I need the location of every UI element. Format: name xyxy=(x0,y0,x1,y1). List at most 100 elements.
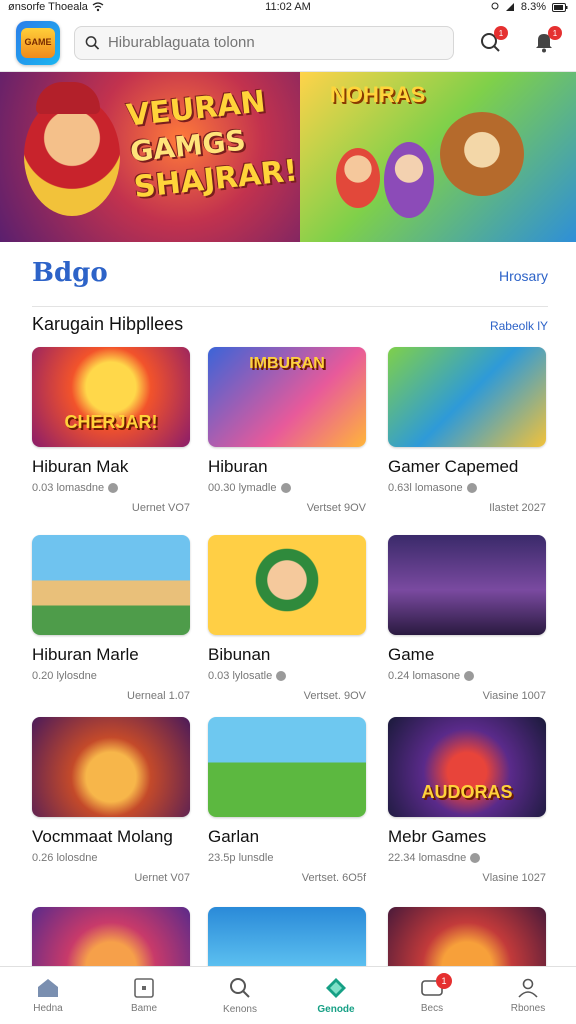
game-meta: 0.63l lomasone xyxy=(388,482,546,494)
game-thumbnail[interactable]: IMBURAN xyxy=(208,347,366,447)
notification-button[interactable]: 1 xyxy=(476,26,508,56)
nav-label: Rbones xyxy=(510,1003,546,1014)
hero-right-panel: NOHRAS xyxy=(300,72,576,242)
hero-title-right: NOHRAS xyxy=(330,82,426,107)
game-name: Vocmmaat Molang xyxy=(32,827,173,846)
game-card[interactable]: CHERJAR! Hiburan Mak 0.03 lomasdne Uerne… xyxy=(32,347,190,514)
cartoon-boy-image xyxy=(24,96,120,216)
verified-icon xyxy=(470,853,481,863)
nav-item-home[interactable]: Hedna xyxy=(0,967,96,1024)
game-meta: 0.03 lylosatle xyxy=(208,670,366,682)
game-card[interactable]: IMBURAN Hiburan 00.30 lymadle Vertset 9O… xyxy=(208,347,366,514)
hero-banner[interactable]: VEURAN GAMGS SHAJRAR! NOHRAS xyxy=(0,72,576,242)
game-meta: 0.03 lomasdne xyxy=(32,482,190,494)
nav-item-books[interactable]: 1 Becs xyxy=(384,967,480,1024)
nav-item-games[interactable]: Bame xyxy=(96,967,192,1024)
user-icon xyxy=(518,978,538,998)
game-thumbnail[interactable] xyxy=(388,347,546,447)
game-name: Hiburan Mak xyxy=(32,457,129,476)
game-card[interactable]: Vocmmaat Molang 0.26 lolosdne Uernet V07 xyxy=(32,717,190,884)
game-name: Garlan xyxy=(208,827,260,846)
game-meta: 0.26 lolosdne xyxy=(32,852,190,864)
game-card[interactable]: Game 0.24 lomasone Viasine 1007 xyxy=(388,535,546,702)
game-meta: 00.30 lymadle xyxy=(208,482,366,494)
search-bar[interactable] xyxy=(74,25,454,60)
status-right: 8.3% xyxy=(491,1,568,13)
thumbnail-title: CHERJAR! xyxy=(64,412,158,432)
game-version: Vertset. 9OV xyxy=(303,690,366,702)
divider xyxy=(32,306,548,307)
game-meta-text: 0.03 lylosatle xyxy=(208,670,273,682)
purple-character-image xyxy=(384,142,434,218)
game-thumbnail[interactable] xyxy=(208,717,366,817)
game-name: Hiburan Marle xyxy=(32,645,139,664)
carrier-text: ønsorfe Thoeala xyxy=(8,1,88,13)
search-icon xyxy=(230,978,250,998)
game-meta: 0.20 lylosdne xyxy=(32,670,190,682)
nav-item-search[interactable]: Kenons xyxy=(192,967,288,1024)
clock: 11:02 AM xyxy=(265,1,311,13)
nav-item-genre[interactable]: Genode xyxy=(288,967,384,1024)
diamond-icon xyxy=(326,978,346,998)
nav-item-profile[interactable]: Rbones xyxy=(480,967,576,1024)
verified-icon xyxy=(466,483,477,493)
alerts-button[interactable]: 1 xyxy=(530,26,562,56)
game-thumbnail[interactable] xyxy=(32,535,190,635)
game-thumbnail[interactable]: CHERJAR! xyxy=(32,347,190,447)
game-meta: 0.24 lomasone xyxy=(388,670,546,682)
game-card[interactable]: AUDORAS Mebr Games 22.34 lomasdne Vlasin… xyxy=(388,717,546,884)
alert-badge: 1 xyxy=(548,26,562,40)
game-name: Mebr Games xyxy=(388,827,487,846)
game-meta-text: 0.26 lolosdne xyxy=(32,852,98,864)
verified-icon xyxy=(276,671,287,681)
section-header-primary: Bdgo Hrosary xyxy=(32,258,548,288)
game-card[interactable]: Garlan 23.5p lunsdle Vertset. 6O5f xyxy=(208,717,366,884)
game-meta-text: 22.34 lomasdne xyxy=(388,852,467,864)
status-left: ønsorfe Thoeala xyxy=(8,1,104,13)
section-title-primary: Bdgo xyxy=(32,258,108,288)
game-card[interactable]: Gamer Capemed 0.63l lomasone Ilastet 202… xyxy=(388,347,546,514)
hero-title-left: VEURAN GAMGS SHAJRAR! xyxy=(125,82,300,207)
game-thumbnail[interactable] xyxy=(388,535,546,635)
game-meta: 23.5p lunsdle xyxy=(208,852,366,864)
game-meta-text: 23.5p lunsdle xyxy=(208,852,274,864)
game-meta-text: 00.30 lymadle xyxy=(208,482,277,494)
game-version: Uerneal 1.07 xyxy=(127,690,190,702)
game-meta: 22.34 lomasdne xyxy=(388,852,546,864)
thumbnail-title: AUDORAS xyxy=(421,782,513,802)
game-version: Ilastet 2027 xyxy=(489,502,546,514)
game-meta-text: 0.20 lylosdne xyxy=(32,670,97,682)
home-icon xyxy=(38,979,58,997)
section-title-games: Karugain Hibpllees xyxy=(32,314,184,334)
battery-icon xyxy=(552,2,568,12)
game-name: Gamer Capemed xyxy=(388,457,519,476)
section-link-games[interactable]: Rabeolk lY xyxy=(490,319,548,333)
game-thumbnail[interactable] xyxy=(32,717,190,817)
search-input[interactable] xyxy=(107,34,443,51)
nav-badge: 1 xyxy=(436,973,452,989)
nav-label: Becs xyxy=(420,1003,444,1014)
game-thumbnail[interactable]: AUDORAS xyxy=(388,717,546,817)
app-logo[interactable]: GAME xyxy=(16,20,60,65)
verified-icon xyxy=(108,483,119,493)
game-version: Uernet V07 xyxy=(134,872,190,884)
section-link-primary[interactable]: Hrosary xyxy=(499,268,548,284)
wifi-icon xyxy=(92,2,104,12)
nav-label: Bame xyxy=(130,1003,158,1014)
game-version: Uernet VO7 xyxy=(131,502,190,514)
game-version: Vlasine 1027 xyxy=(482,872,546,884)
game-card[interactable]: Hiburan Marle 0.20 lylosdne Uerneal 1.07 xyxy=(32,535,190,702)
square-icon xyxy=(134,978,154,998)
game-version: Vertset 9OV xyxy=(306,502,366,514)
hat-shape xyxy=(36,82,100,114)
kid-character-image xyxy=(336,148,380,208)
game-card[interactable]: Bibunan 0.03 lylosatle Vertset. 9OV xyxy=(208,535,366,702)
logo-text: GAME xyxy=(21,27,55,58)
search-icon xyxy=(85,35,100,50)
nav-label: Hedna xyxy=(33,1003,63,1014)
battery-text: 8.3% xyxy=(520,1,546,13)
bottom-nav: Hedna Bame Kenons Genode 1 Becs Rbones xyxy=(0,966,576,1024)
status-bar: ønsorfe Thoeala 11:02 AM 8.3% xyxy=(0,0,576,14)
game-thumbnail[interactable] xyxy=(208,535,366,635)
game-meta-text: 0.24 lomasone xyxy=(388,670,461,682)
